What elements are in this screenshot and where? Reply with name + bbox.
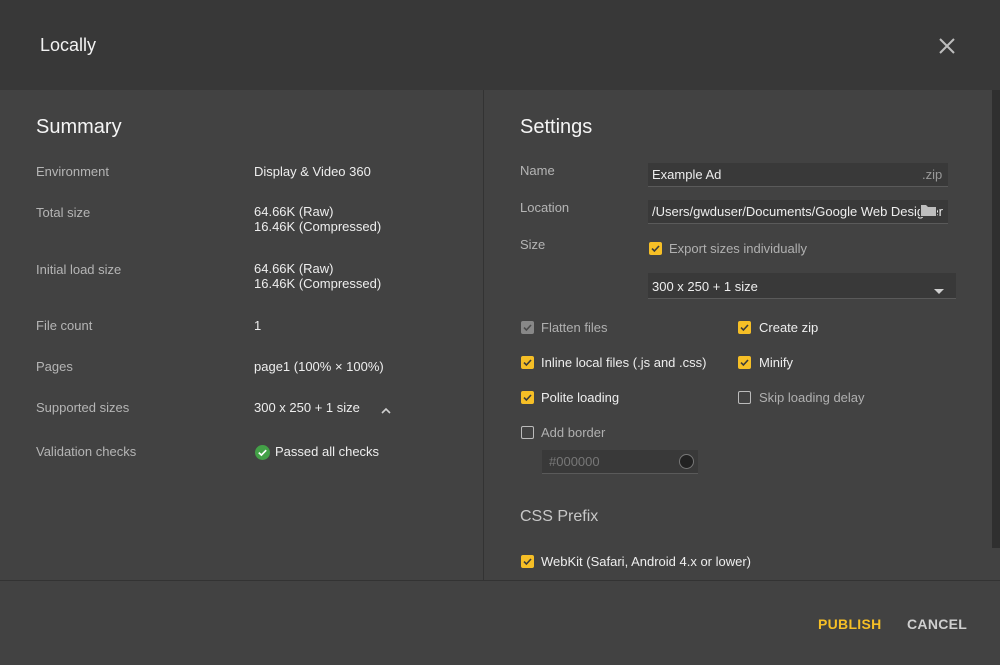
summary-panel: Summary Environment Display & Video 360 … (0, 90, 484, 580)
location-input[interactable]: /Users/gwduser/Documents/Google Web Desi… (648, 200, 948, 224)
folder-icon[interactable] (920, 203, 937, 217)
summary-title: Summary (36, 116, 122, 138)
minify-label: Minify (759, 355, 793, 370)
file-count-label: File count (36, 318, 93, 333)
supported-sizes-value: 300 x 250 + 1 size (254, 400, 360, 415)
polite-loading-checkbox[interactable] (521, 391, 534, 404)
minify-checkbox[interactable] (738, 356, 751, 369)
settings-title: Settings (520, 116, 593, 138)
total-size-raw: 64.66K (Raw) (254, 204, 334, 219)
name-suffix: .zip (922, 167, 943, 182)
size-select[interactable]: 300 x 250 + 1 size (648, 273, 956, 299)
publish-button[interactable]: PUBLISH (818, 616, 882, 632)
create-zip-checkbox[interactable] (738, 321, 751, 334)
initial-load-size-compressed: 16.46K (Compressed) (254, 276, 382, 291)
name-label: Name (520, 163, 555, 178)
inline-local-files-label: Inline local files (.js and .css) (541, 355, 707, 370)
chevron-up-icon[interactable] (380, 403, 392, 414)
css-prefix-title: CSS Prefix (520, 508, 599, 525)
validation-checks-label: Validation checks (36, 444, 137, 459)
environment-value: Display & Video 360 (254, 164, 371, 179)
add-border-label: Add border (541, 425, 606, 440)
polite-loading-label: Polite loading (541, 390, 620, 405)
dialog-footer: PUBLISH CANCEL (0, 580, 1000, 665)
flatten-files-checkbox[interactable] (521, 321, 534, 334)
webkit-checkbox[interactable] (521, 555, 534, 568)
skip-loading-delay-checkbox[interactable] (738, 391, 751, 404)
validation-checks-value: Passed all checks (275, 444, 380, 459)
dialog-header: Locally (0, 0, 1000, 90)
dropdown-arrow-icon (934, 282, 944, 294)
webkit-label: WebKit (Safari, Android 4.x or lower) (541, 554, 752, 569)
export-sizes-checkbox[interactable] (649, 242, 662, 255)
file-count-value: 1 (254, 318, 262, 333)
skip-loading-delay-label: Skip loading delay (759, 390, 865, 405)
supported-sizes-label: Supported sizes (36, 400, 130, 415)
initial-load-size-raw: 64.66K (Raw) (254, 261, 334, 276)
pages-label: Pages (36, 359, 73, 374)
border-color-input[interactable]: #000000 (542, 450, 698, 474)
pages-value: page1 (100% × 100%) (254, 359, 384, 374)
export-sizes-label: Export sizes individually (669, 241, 808, 256)
settings-panel: Settings Name Example Ad .zip Location /… (485, 90, 1000, 580)
name-input[interactable]: Example Ad (648, 163, 948, 187)
add-border-checkbox[interactable] (521, 426, 534, 439)
settings-scrollbar[interactable] (992, 90, 1000, 548)
total-size-compressed: 16.46K (Compressed) (254, 219, 382, 234)
cancel-button[interactable]: CANCEL (907, 616, 967, 632)
close-icon[interactable] (936, 35, 958, 57)
total-size-label: Total size (36, 205, 91, 220)
initial-load-size-label: Initial load size (36, 262, 122, 277)
create-zip-label: Create zip (759, 320, 819, 335)
color-swatch[interactable] (679, 454, 694, 469)
environment-label: Environment (36, 164, 109, 179)
location-label: Location (520, 200, 570, 215)
flatten-files-label: Flatten files (541, 320, 608, 335)
check-circle-icon (255, 445, 270, 460)
dialog-title: Locally (40, 35, 97, 55)
size-label: Size (520, 237, 546, 252)
inline-local-files-checkbox[interactable] (521, 356, 534, 369)
